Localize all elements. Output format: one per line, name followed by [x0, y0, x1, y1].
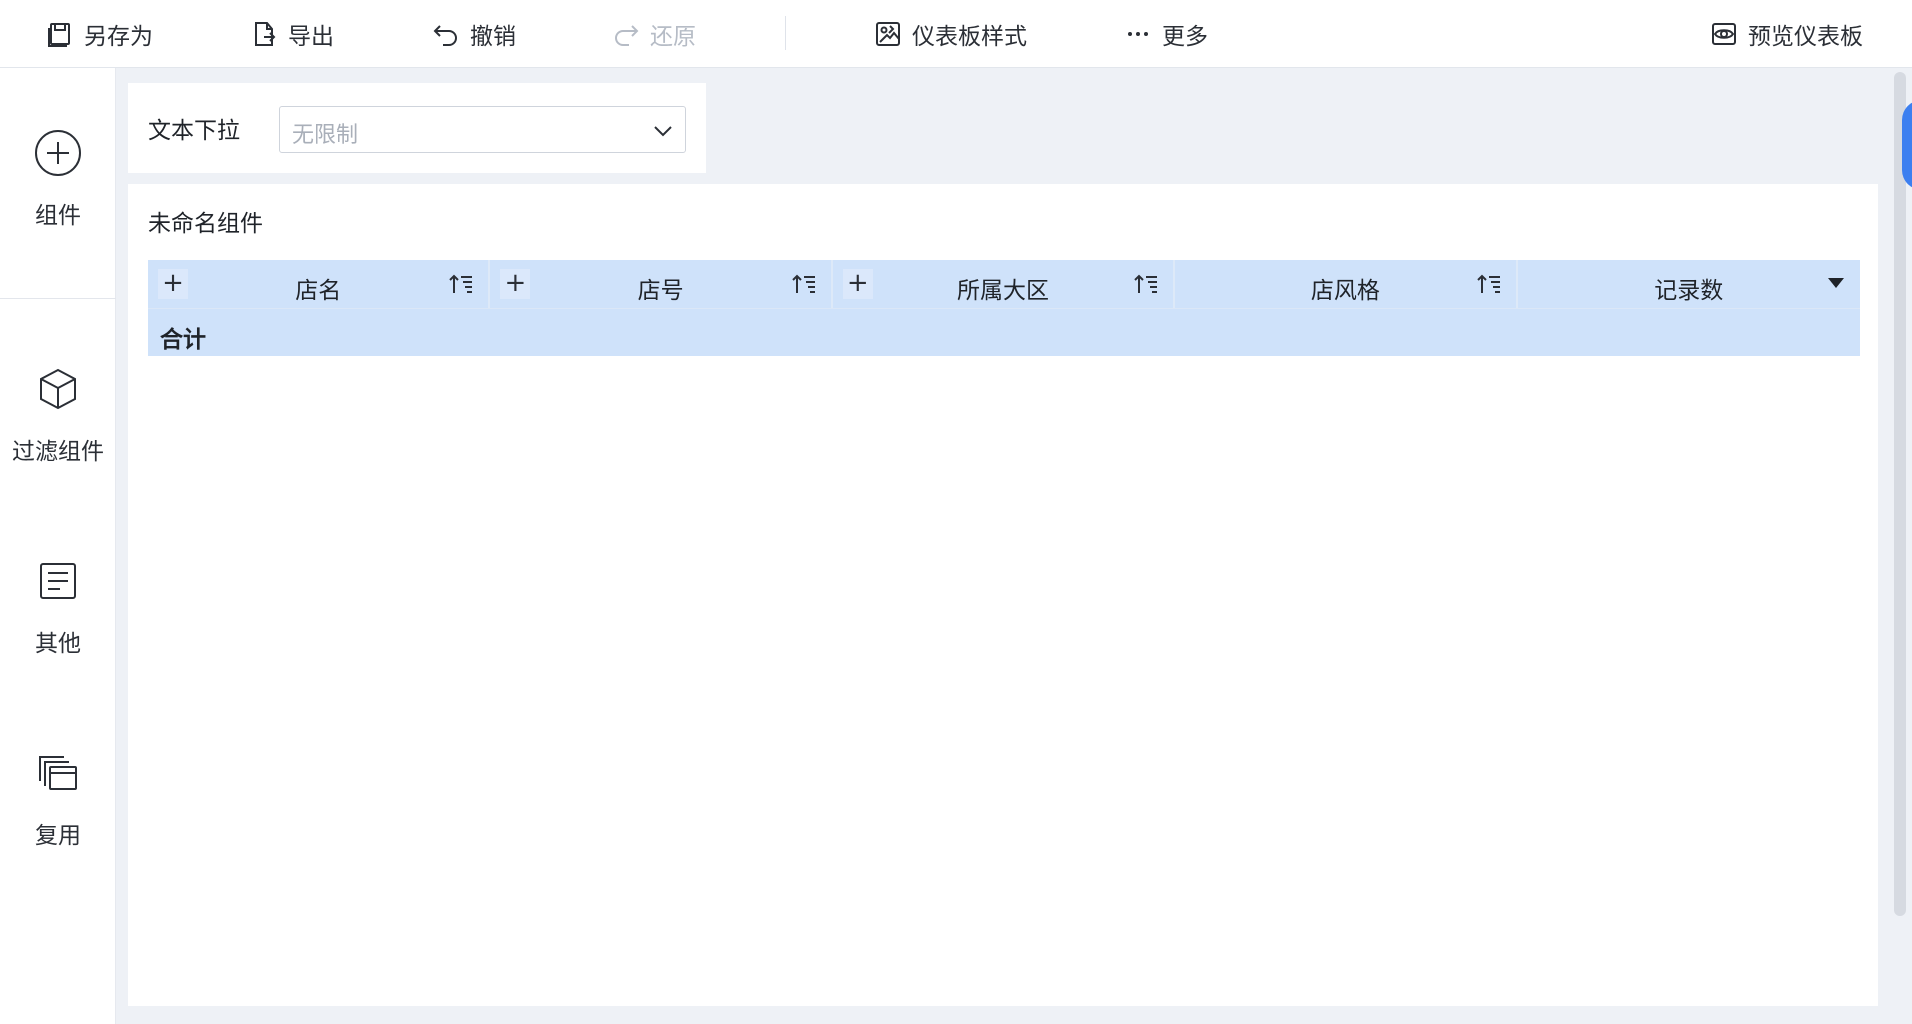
- redo-icon: [615, 25, 639, 46]
- table-component[interactable]: 未命名组件 + 店名 + 店号 + 所属大区 店风格 记录数 合计: [128, 184, 1878, 1006]
- data-table: + 店名 + 店号 + 所属大区 店风格 记录数 合计: [148, 260, 1860, 356]
- filter-dropdown[interactable]: 无限制: [279, 106, 686, 153]
- toolbar-divider: [785, 16, 786, 50]
- column-header-store-number[interactable]: + 店号: [490, 260, 833, 308]
- rail-divider: [0, 298, 116, 299]
- filter-label: 文本下拉: [148, 118, 240, 144]
- redo-button[interactable]: 还原: [612, 14, 696, 54]
- chevron-down-icon: [654, 126, 672, 137]
- rail-item-reuse[interactable]: 复用: [0, 748, 116, 888]
- more-label: 更多: [1162, 24, 1208, 50]
- caret-down-icon[interactable]: [1827, 278, 1844, 288]
- dashboard-style-label: 仪表板样式: [912, 24, 1027, 50]
- redo-label: 还原: [650, 24, 696, 50]
- dashboard-style-icon: [876, 22, 900, 46]
- vertical-scrollbar[interactable]: [1894, 72, 1906, 916]
- rail-label-component: 组件: [35, 203, 81, 229]
- rail-item-filter-component[interactable]: 过滤组件: [0, 364, 116, 504]
- sort-icon[interactable]: [1133, 272, 1159, 296]
- export-button[interactable]: 导出: [250, 14, 334, 54]
- eye-icon: [1712, 23, 1736, 45]
- more-icon: [1128, 32, 1148, 36]
- component-title[interactable]: 未命名组件: [148, 204, 263, 238]
- cube-icon: [33, 364, 83, 414]
- save-as-label: 另存为: [84, 24, 153, 50]
- undo-icon: [433, 25, 457, 46]
- document-icon: [33, 556, 83, 606]
- column-header-record-count[interactable]: 记录数: [1518, 260, 1860, 308]
- column-name: 记录数: [1654, 278, 1724, 304]
- column-name: 所属大区: [956, 278, 1049, 304]
- undo-label: 撤销: [470, 24, 516, 50]
- preview-dashboard-button[interactable]: 预览仪表板: [1710, 14, 1863, 54]
- rail-item-other[interactable]: 其他: [0, 556, 116, 696]
- table-total-row: 合计: [148, 308, 1860, 356]
- save-icon: [48, 23, 70, 47]
- column-name: 店名: [295, 278, 342, 304]
- rail-item-component[interactable]: 组件: [0, 128, 116, 268]
- dashboard-style-button[interactable]: 仪表板样式: [874, 14, 1027, 54]
- more-button[interactable]: 更多: [1124, 14, 1208, 54]
- table-header: + 店名 + 店号 + 所属大区 店风格 记录数: [148, 260, 1860, 308]
- rail-label-other: 其他: [35, 631, 81, 657]
- export-icon: [255, 22, 276, 46]
- rail-label-filter-component: 过滤组件: [12, 439, 104, 465]
- column-header-region[interactable]: + 所属大区: [833, 260, 1176, 308]
- export-label: 导出: [288, 24, 334, 50]
- save-as-button[interactable]: 另存为: [46, 14, 153, 54]
- preview-dashboard-label: 预览仪表板: [1748, 24, 1863, 50]
- undo-button[interactable]: 撤销: [432, 14, 516, 54]
- toolbar: 另存为 导出 撤销 还原 仪表板样式 更多 预览仪表板: [0, 0, 1912, 68]
- sort-icon[interactable]: [791, 272, 817, 296]
- filter-dropdown-value: 无限制: [292, 123, 359, 148]
- side-panel-toggle[interactable]: [1902, 100, 1912, 190]
- left-rail: 组件 过滤组件 其他 复用: [0, 68, 116, 1024]
- column-header-store-name[interactable]: + 店名: [148, 260, 491, 308]
- copy-icon: [33, 748, 83, 798]
- sort-icon[interactable]: [448, 272, 474, 296]
- add-circle-icon: [33, 128, 83, 178]
- filter-widget: 文本下拉 无限制: [128, 83, 706, 173]
- column-header-store-style[interactable]: 店风格: [1175, 260, 1518, 308]
- sort-icon[interactable]: [1476, 272, 1502, 296]
- column-name: 店风格: [1310, 278, 1380, 304]
- rail-label-reuse: 复用: [35, 823, 81, 849]
- total-label: 合计: [160, 327, 206, 353]
- column-name: 店号: [637, 278, 684, 304]
